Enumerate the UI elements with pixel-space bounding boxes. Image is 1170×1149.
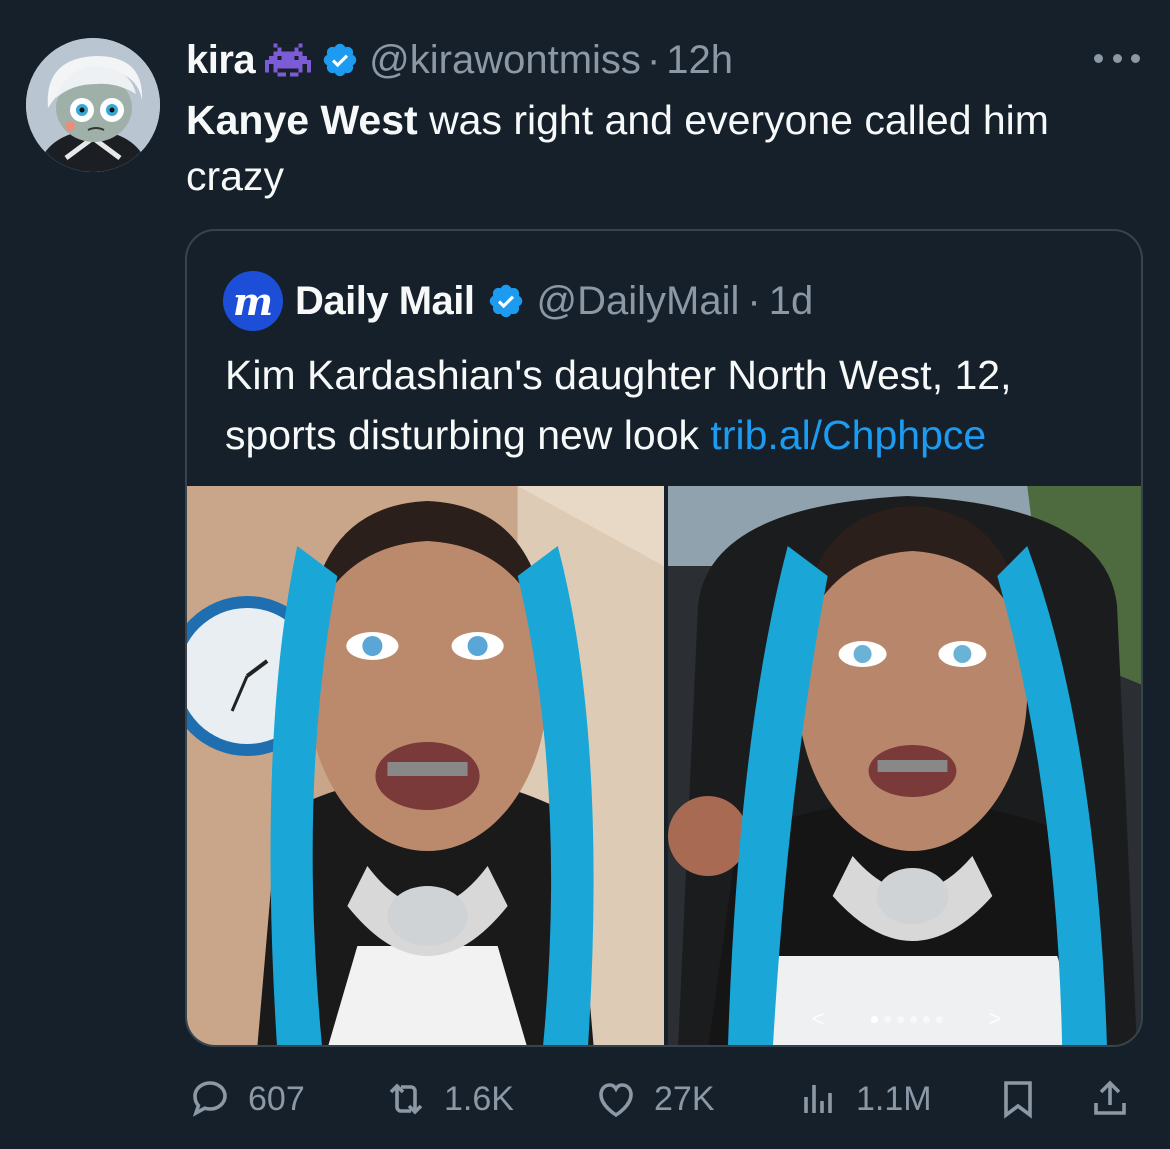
tweet-text-bold: Kanye West bbox=[186, 97, 418, 143]
like-button[interactable]: 27K bbox=[592, 1075, 715, 1123]
share-button[interactable] bbox=[1086, 1075, 1134, 1123]
author-handle[interactable]: @kirawontmiss bbox=[369, 38, 641, 83]
view-count: 1.1M bbox=[856, 1079, 932, 1118]
repost-icon bbox=[389, 1083, 423, 1115]
daily-mail-logo-icon: m bbox=[223, 271, 283, 331]
quoted-tweet-text: Kim Kardashian's daughter North West, 12… bbox=[225, 345, 1125, 465]
carousel-indicator[interactable] bbox=[922, 1015, 930, 1023]
views-chart-icon bbox=[804, 1085, 832, 1113]
bookmark-icon bbox=[1004, 1081, 1032, 1119]
bookmark-button[interactable] bbox=[994, 1075, 1042, 1123]
carousel-controls: < > bbox=[668, 1005, 1141, 1033]
carousel-indicator[interactable] bbox=[883, 1015, 891, 1023]
reply-count: 607 bbox=[248, 1079, 305, 1118]
avatar-image bbox=[26, 38, 160, 172]
avatar[interactable] bbox=[26, 38, 160, 172]
reply-button[interactable]: 607 bbox=[186, 1075, 305, 1123]
timestamp[interactable]: 12h bbox=[666, 38, 733, 83]
repost-button[interactable]: 1.6K bbox=[382, 1075, 514, 1123]
carousel-indicator[interactable] bbox=[935, 1015, 943, 1023]
carousel-prev-button[interactable]: < bbox=[812, 1006, 825, 1032]
display-name[interactable]: kira bbox=[186, 38, 256, 83]
carousel-indicator[interactable] bbox=[896, 1015, 904, 1023]
views-button[interactable]: 1.1M bbox=[794, 1075, 932, 1123]
tweet-header: kira @kirawontmiss · 12h bbox=[186, 34, 733, 86]
quoted-display-name[interactable]: Daily Mail bbox=[295, 279, 475, 324]
share-icon bbox=[1094, 1080, 1126, 1115]
photo-left[interactable] bbox=[187, 486, 664, 1045]
photo-right[interactable]: < > bbox=[668, 486, 1141, 1045]
alien-monster-emoji-icon bbox=[265, 40, 312, 80]
like-count: 27K bbox=[654, 1079, 715, 1118]
carousel-next-button[interactable]: > bbox=[989, 1006, 1002, 1032]
reply-icon bbox=[192, 1081, 227, 1117]
verified-badge-icon bbox=[487, 282, 525, 320]
carousel-indicator[interactable] bbox=[909, 1015, 917, 1023]
separator-dot: · bbox=[646, 37, 661, 82]
quoted-timestamp[interactable]: 1d bbox=[769, 279, 814, 324]
quoted-handle[interactable]: @DailyMail bbox=[537, 279, 740, 324]
tweet-text: Kanye West was right and everyone called… bbox=[186, 92, 1146, 204]
quoted-tweet-header: m Daily Mail @DailyMail · 1d bbox=[223, 271, 814, 331]
heart-icon bbox=[599, 1083, 633, 1118]
more-options-icon[interactable] bbox=[1094, 50, 1140, 66]
repost-count: 1.6K bbox=[444, 1079, 514, 1118]
quoted-tweet[interactable]: m Daily Mail @DailyMail · 1d Kim Kardash… bbox=[185, 229, 1143, 1047]
verified-badge-icon bbox=[321, 41, 359, 79]
article-link[interactable]: trib.al/Chphpce bbox=[710, 412, 986, 458]
media-grid: < > bbox=[187, 486, 1141, 1045]
separator-dot: · bbox=[747, 278, 761, 323]
action-bar: 607 1.6K 27K 1.1M bbox=[186, 1072, 1146, 1126]
carousel-indicator[interactable] bbox=[870, 1015, 878, 1023]
tweet[interactable]: kira @kirawontmiss · 12h Kanye West was … bbox=[0, 0, 1170, 1149]
